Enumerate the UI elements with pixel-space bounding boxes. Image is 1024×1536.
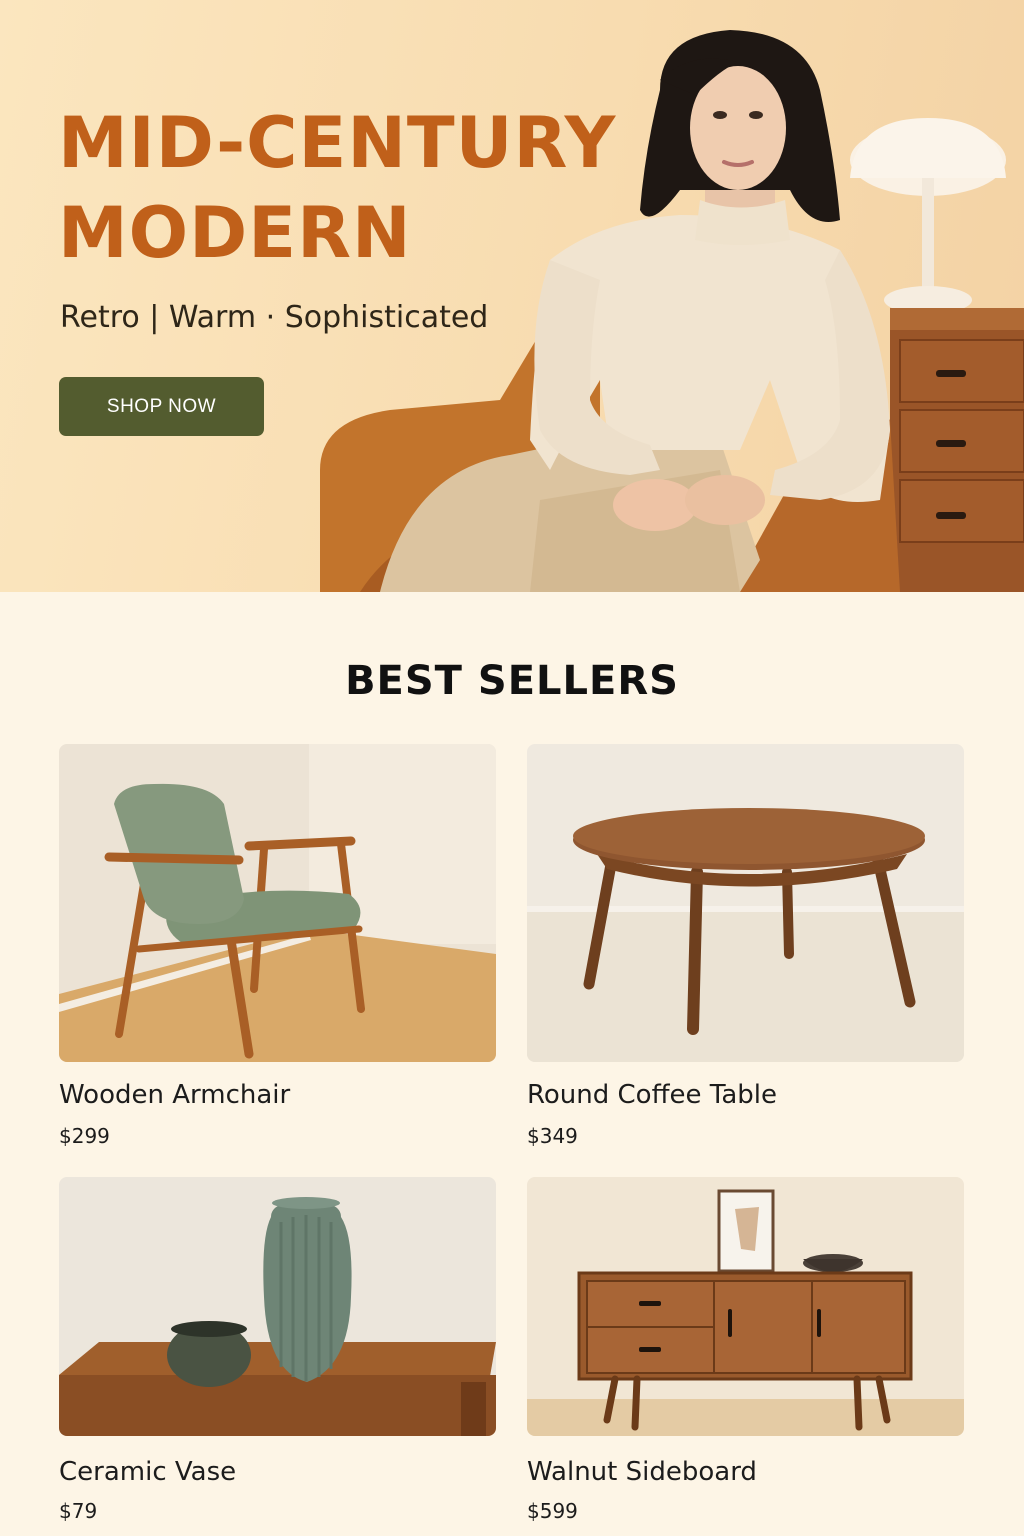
product-card-wooden-armchair[interactable]: Wooden Armchair $299 — [59, 744, 496, 1148]
product-name[interactable]: Round Coffee Table — [527, 1080, 777, 1110]
product-price: $79 — [59, 1499, 98, 1523]
product-price: $299 — [59, 1124, 110, 1148]
product-price: $349 — [527, 1124, 578, 1148]
product-card-walnut-sideboard[interactable]: Walnut Sideboard $599 — [527, 1177, 964, 1523]
round-coffee-table-image — [527, 744, 964, 1062]
product-name[interactable]: Ceramic Vase — [59, 1457, 236, 1487]
product-card-round-coffee-table[interactable]: Round Coffee Table $349 — [527, 744, 964, 1148]
product-card-ceramic-vase[interactable]: Ceramic Vase $79 — [59, 1177, 496, 1523]
product-price: $599 — [527, 1499, 578, 1523]
hero-title-line1: MID-CENTURY — [58, 102, 617, 184]
hero-banner: MID-CENTURY MODERN Retro | Warm · Sophis… — [0, 0, 1024, 592]
ceramic-vase-image — [59, 1177, 496, 1436]
hero-tagline: Retro | Warm · Sophisticated — [60, 300, 489, 335]
best-sellers-heading: BEST SELLERS — [345, 658, 679, 704]
hero-model-photo — [320, 30, 1024, 592]
product-name[interactable]: Walnut Sideboard — [527, 1457, 757, 1487]
hero-title-line2: MODERN — [58, 192, 412, 274]
hero-title: MID-CENTURY MODERN — [58, 98, 618, 278]
walnut-sideboard-image — [527, 1177, 964, 1436]
product-name[interactable]: Wooden Armchair — [59, 1080, 290, 1110]
wooden-armchair-image — [59, 744, 496, 1062]
shop-now-button[interactable]: SHOP NOW — [59, 377, 264, 436]
